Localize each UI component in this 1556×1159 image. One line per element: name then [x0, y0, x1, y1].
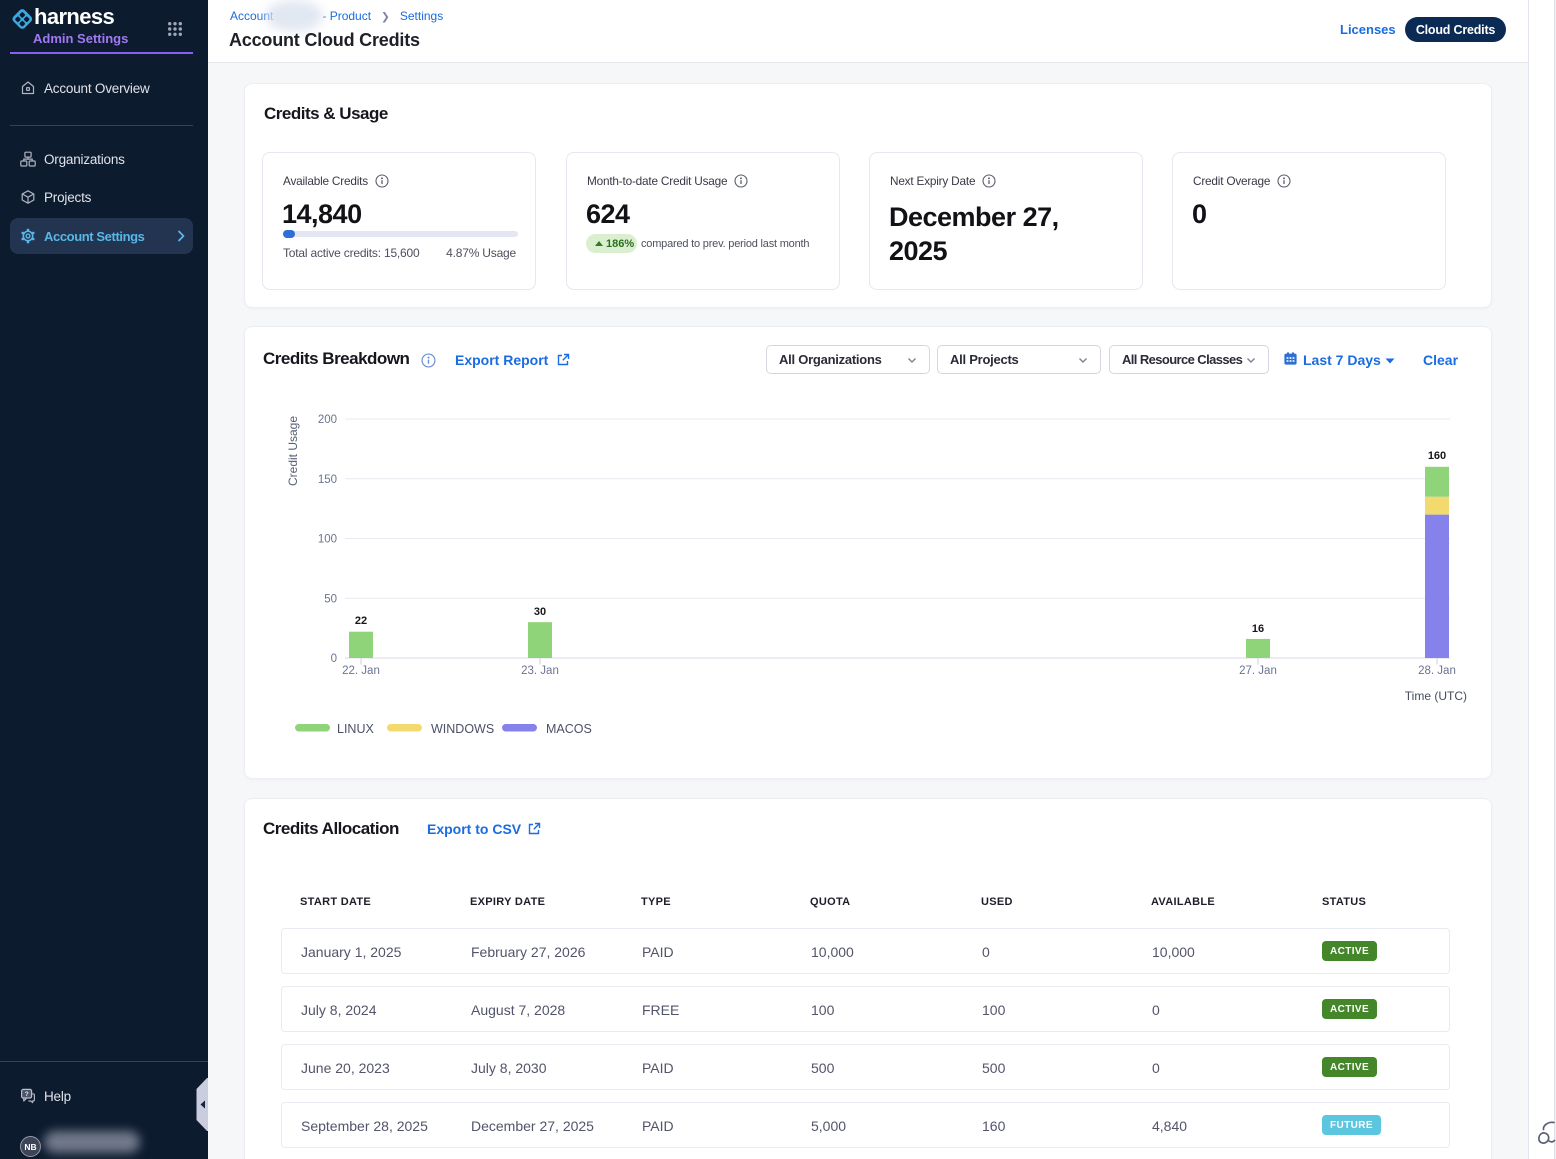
svg-text:WINDOWS: WINDOWS — [431, 722, 494, 735]
svg-text:23. Jan: 23. Jan — [521, 665, 559, 677]
svg-text:Credit Usage: Credit Usage — [286, 416, 300, 486]
svg-text:30: 30 — [534, 606, 546, 618]
svg-text:50: 50 — [324, 593, 337, 605]
svg-text:16: 16 — [1252, 623, 1264, 635]
svg-text:160: 160 — [1428, 450, 1446, 462]
svg-text:Time (UTC): Time (UTC) — [1405, 689, 1467, 703]
svg-text:22: 22 — [355, 615, 367, 627]
svg-text:200: 200 — [318, 414, 337, 426]
svg-text:MACOS: MACOS — [546, 722, 592, 735]
svg-text:27. Jan: 27. Jan — [1239, 665, 1277, 677]
svg-text:22. Jan: 22. Jan — [342, 665, 380, 677]
svg-text:100: 100 — [318, 534, 337, 546]
svg-text:28. Jan: 28. Jan — [1418, 665, 1456, 677]
svg-text:LINUX: LINUX — [337, 722, 374, 735]
svg-text:0: 0 — [331, 653, 337, 665]
svg-text:?: ? — [25, 1091, 29, 1098]
svg-text:150: 150 — [318, 474, 337, 486]
